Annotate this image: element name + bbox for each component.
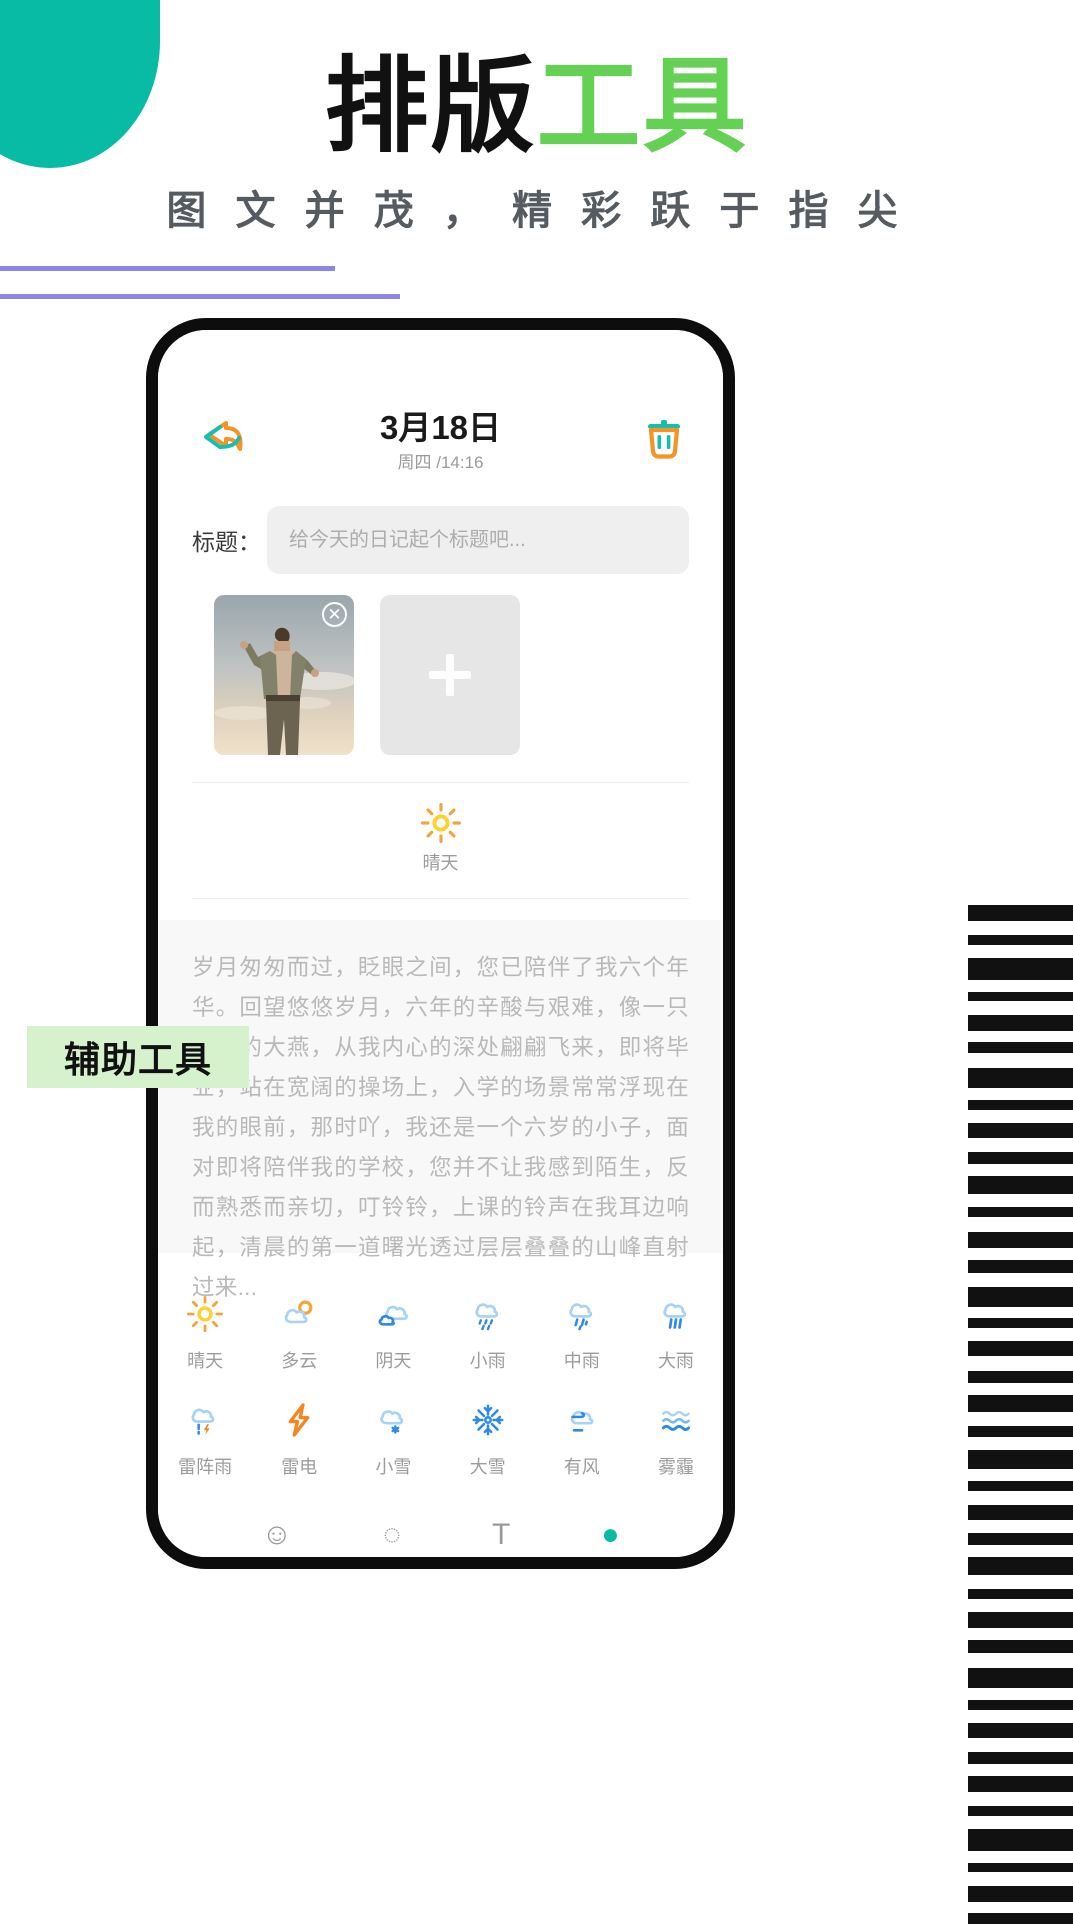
weather-option-light-rain[interactable]: 小雨 (441, 1277, 535, 1383)
plus-icon (429, 654, 471, 696)
haze-icon (661, 1410, 691, 1431)
purple-divider-bottom (0, 294, 400, 299)
title-field-row: 标题： (192, 506, 689, 574)
overcast-clouds-icon (378, 1305, 409, 1326)
text-format-icon[interactable]: T (492, 1520, 510, 1550)
headline-dark-part: 排版 (324, 49, 537, 165)
weather-picker-row-1: 晴天 多云 阴天 小雨 中雨 大雨 (158, 1277, 723, 1383)
current-weather-label: 晴天 (422, 853, 459, 873)
weather-option-light-snow[interactable]: 小雪 (346, 1383, 440, 1489)
sun-icon (187, 1295, 224, 1333)
emoji-icon[interactable]: ☺ (262, 1520, 293, 1550)
barcode-decoration (968, 905, 1073, 1924)
weather-option-thundershower[interactable]: 雷阵雨 (158, 1383, 252, 1489)
windy-icon (570, 1410, 594, 1432)
weather-picker: 晴天 多云 阴天 小雨 中雨 大雨 雷阵雨 雷电 小雪 大雪 有风 雾霾 (158, 1255, 723, 1489)
weather-option-label: 阴天 (375, 1351, 412, 1371)
weather-option-moderate-rain[interactable]: 中雨 (535, 1277, 629, 1383)
weather-option-overcast[interactable]: 阴天 (346, 1277, 440, 1383)
page-title: 排版工具 (0, 52, 1073, 162)
current-weather-selector[interactable]: 晴天 (158, 802, 723, 875)
light-rain-icon (474, 1303, 498, 1331)
navbar: 3月18日 周四 /14:16 (158, 408, 723, 482)
trash-icon (648, 420, 680, 459)
heavy-rain-icon (663, 1303, 687, 1329)
divider-below-weather (192, 898, 689, 899)
add-photo-button[interactable] (380, 595, 520, 755)
sun-behind-cloud-icon (284, 1300, 313, 1324)
weather-option-haze[interactable]: 雾霾 (629, 1383, 723, 1489)
divider-above-weather (192, 782, 689, 783)
title-input[interactable] (267, 506, 689, 574)
weather-option-label: 有风 (563, 1457, 600, 1477)
phone-screen: 3月18日 周四 /14:16 标题： 给今天的日记起个标题吧... ✕ 晴天 … (158, 330, 723, 1557)
weather-option-windy[interactable]: 有风 (535, 1383, 629, 1489)
camera-icon[interactable]: ◌ (383, 1520, 401, 1550)
remove-photo-button[interactable]: ✕ (322, 602, 347, 627)
weather-option-cloudy[interactable]: 多云 (252, 1277, 346, 1383)
weather-option-heavy-snow[interactable]: 大雪 (441, 1383, 535, 1489)
title-block: 3月18日 周四 /14:16 (158, 408, 723, 475)
purple-divider-top (0, 266, 335, 271)
helper-tools-badge-label: 辅助工具 (63, 1039, 212, 1080)
weather-option-label: 小雪 (375, 1457, 412, 1477)
weather-option-sunny[interactable]: 晴天 (158, 1277, 252, 1383)
title-field-label: 标题： (192, 529, 261, 555)
weather-option-lightning[interactable]: 雷电 (252, 1383, 346, 1489)
light-snow-icon (380, 1410, 404, 1434)
weather-picker-row-2: 雷阵雨 雷电 小雪 大雪 有风 雾霾 (158, 1383, 723, 1489)
weather-option-label: 大雨 (657, 1351, 694, 1371)
entry-date-subtitle: 周四 /14:16 (397, 453, 484, 472)
headline-accent-part: 工具 (536, 49, 749, 165)
photo-thumbnail[interactable]: ✕ (214, 595, 354, 755)
close-circle-icon: ✕ (327, 605, 342, 624)
bottom-toolbar: ☺ ◌ T ● (158, 1507, 723, 1557)
weather-option-label: 小雨 (469, 1351, 506, 1371)
helper-tools-badge: 辅助工具 (27, 1026, 249, 1088)
page-subtitle: 图 文 并 茂 ， 精 彩 跃 于 指 尖 (166, 189, 907, 233)
heavy-snow-icon (472, 1404, 504, 1436)
weather-option-label: 晴天 (187, 1351, 224, 1371)
weather-option-label: 大雪 (469, 1457, 506, 1477)
weather-option-label: 多云 (281, 1351, 318, 1371)
check-icon[interactable]: ● (601, 1520, 619, 1550)
delete-button[interactable] (645, 418, 683, 460)
photo-attachment-row: ✕ (214, 595, 520, 755)
lightning-bolt-icon (288, 1403, 310, 1437)
sun-icon (420, 803, 461, 843)
phone-mockup: 3月18日 周四 /14:16 标题： 给今天的日记起个标题吧... ✕ 晴天 … (146, 318, 735, 1569)
weather-option-label: 雷阵雨 (178, 1457, 233, 1477)
moderate-rain-icon (569, 1303, 592, 1331)
weather-option-label: 雷电 (281, 1457, 318, 1477)
weather-option-label: 雾霾 (657, 1457, 694, 1477)
weather-option-label: 中雨 (563, 1351, 600, 1371)
entry-body-text: 岁月匆匆而过，眨眼之间，您已陪伴了我六个年华。回望悠悠岁月，六年的辛酸与艰难，像… (192, 955, 689, 1300)
weather-option-heavy-rain[interactable]: 大雨 (629, 1277, 723, 1383)
entry-date-title: 3月18日 (379, 409, 502, 446)
thunder-shower-icon (191, 1408, 215, 1436)
